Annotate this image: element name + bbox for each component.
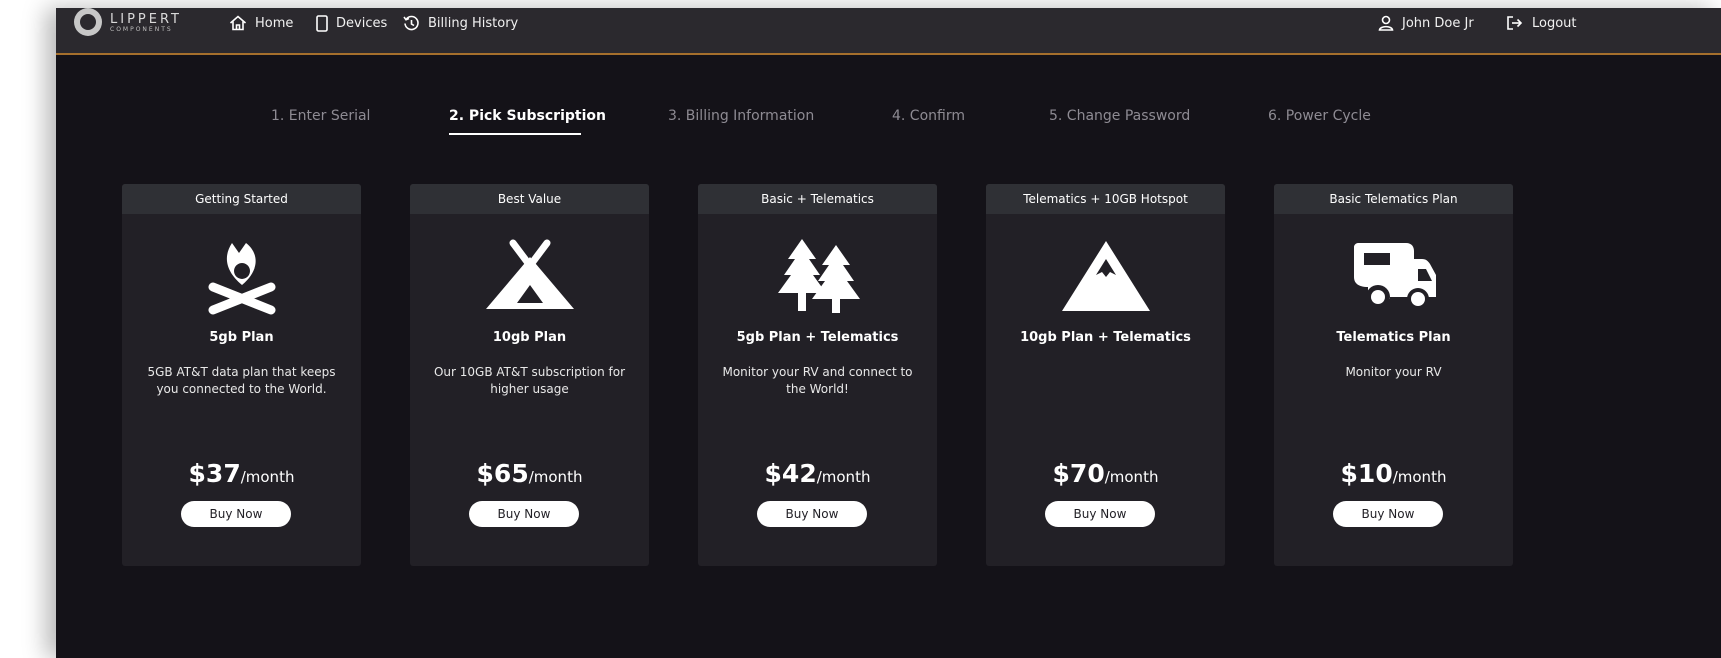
logout-label: Logout <box>1532 15 1577 31</box>
nav-devices[interactable]: Devices <box>316 8 387 38</box>
plan-price: $37/month <box>122 459 361 488</box>
plan-name: 5gb Plan + Telematics <box>736 330 899 345</box>
buy-now-button[interactable]: Buy Now <box>1333 501 1443 527</box>
price-amount: $42 <box>764 459 817 488</box>
nav-home-label: Home <box>255 15 294 31</box>
price-period: /month <box>528 468 583 486</box>
plan-description: Monitor your RV <box>1345 365 1442 379</box>
plan-card-header: Basic Telematics Plan <box>1274 184 1513 214</box>
step-billing-information[interactable]: 3. Billing Information <box>668 108 814 124</box>
step-enter-serial[interactable]: 1. Enter Serial <box>271 108 370 124</box>
history-icon <box>403 15 420 32</box>
lippert-logo[interactable]: LIPPERT COMPONENTS <box>74 8 182 38</box>
buy-now-button[interactable]: Buy Now <box>1045 501 1155 527</box>
nav-user-profile[interactable]: John Doe Jr <box>1378 8 1474 38</box>
buy-now-button[interactable]: Buy Now <box>469 501 579 527</box>
price-amount: $70 <box>1052 459 1105 488</box>
nav-billing-history-label: Billing History <box>428 15 519 31</box>
plan-card-10gb-telematics: Telematics + 10GB Hotspot 10gb Plan + Te… <box>986 184 1225 566</box>
plan-price: $10/month <box>1274 459 1513 488</box>
lippert-logo-icon <box>74 8 102 36</box>
nav-billing-history[interactable]: Billing History <box>403 8 518 38</box>
trees-icon <box>777 239 860 313</box>
user-icon <box>1378 15 1394 31</box>
plan-name: 5gb Plan <box>209 330 274 345</box>
step-pick-subscription[interactable]: 2. Pick Subscription <box>449 108 606 124</box>
rv-icon <box>1353 243 1436 310</box>
plan-card-5gb-telematics: Basic + Telematics 5gb Plan + Telematics… <box>698 184 937 566</box>
device-icon <box>316 14 328 32</box>
price-period: /month <box>816 468 871 486</box>
home-icon <box>229 15 247 31</box>
plan-card-header: Basic + Telematics <box>698 184 937 214</box>
plan-price: $42/month <box>698 459 937 488</box>
plan-price: $70/month <box>986 459 1225 488</box>
plan-name: Telematics Plan <box>1336 330 1451 345</box>
plan-card-10gb: Best Value 10gb Plan Our 10GB AT&T subsc… <box>410 184 649 566</box>
step-power-cycle[interactable]: 6. Power Cycle <box>1268 108 1371 124</box>
buy-now-button[interactable]: Buy Now <box>757 501 867 527</box>
app-window: LIPPERT COMPONENTS Home Devices Billing … <box>56 8 1721 658</box>
plan-card-header: Getting Started <box>122 184 361 214</box>
price-amount: $65 <box>476 459 529 488</box>
mountain-icon <box>1061 241 1150 311</box>
plan-card-header: Telematics + 10GB Hotspot <box>986 184 1225 214</box>
logo-subtext: COMPONENTS <box>110 26 173 33</box>
buy-now-button[interactable]: Buy Now <box>181 501 291 527</box>
plan-card-telematics: Basic Telematics Plan Telematics Plan Mo… <box>1274 184 1513 566</box>
plan-description: 5GB AT&T data plan that keeps you connec… <box>147 365 336 396</box>
nav-home[interactable]: Home <box>229 8 293 38</box>
price-period: /month <box>240 468 295 486</box>
campfire-icon <box>208 243 275 315</box>
plan-description: Monitor your RV and connect to the World… <box>722 365 913 396</box>
user-name: John Doe Jr <box>1402 15 1474 31</box>
step-confirm[interactable]: 4. Confirm <box>892 108 965 124</box>
logo-wordmark: LIPPERT <box>110 12 182 27</box>
plan-price: $65/month <box>410 459 649 488</box>
logout-icon <box>1506 15 1524 31</box>
plan-card-header: Best Value <box>410 184 649 214</box>
price-period: /month <box>1104 468 1159 486</box>
top-nav-bar: LIPPERT COMPONENTS Home Devices Billing … <box>56 8 1721 55</box>
price-amount: $37 <box>188 459 241 488</box>
plan-name: 10gb Plan <box>492 330 567 345</box>
plan-name: 10gb Plan + Telematics <box>1020 330 1191 345</box>
step-change-password[interactable]: 5. Change Password <box>1049 108 1190 124</box>
nav-logout[interactable]: Logout <box>1506 8 1577 38</box>
price-amount: $10 <box>1340 459 1393 488</box>
plan-card-5gb: Getting Started 5gb Plan 5GB AT&T data p… <box>122 184 361 566</box>
active-step-underline <box>449 133 581 135</box>
tent-icon <box>485 239 574 309</box>
nav-devices-label: Devices <box>336 15 388 31</box>
price-period: /month <box>1392 468 1447 486</box>
plan-description: Our 10GB AT&T subscription for higher us… <box>433 365 626 396</box>
